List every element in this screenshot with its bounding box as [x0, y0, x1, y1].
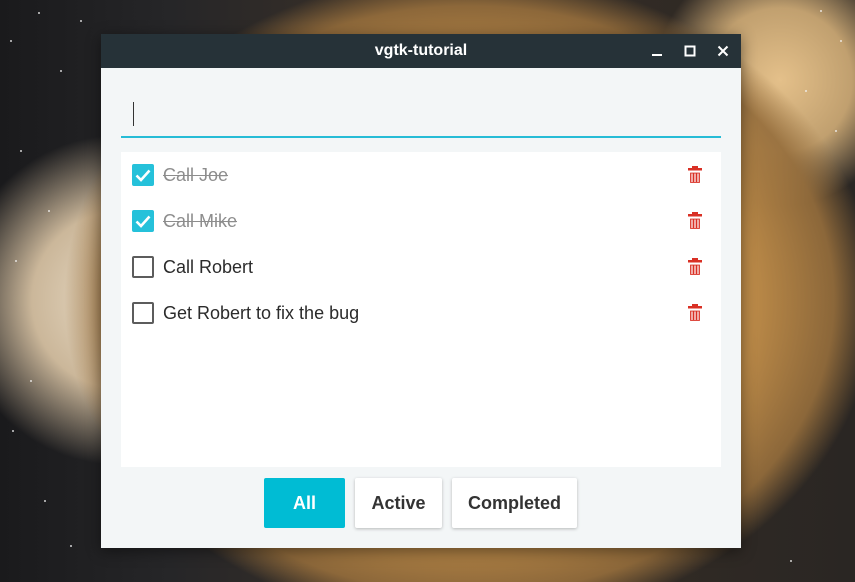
todo-label: Get Robert to fix the bug: [163, 303, 360, 323]
todo-item-call-robert[interactable]: Call Robert: [121, 244, 721, 290]
todo-list: Call Joe Call Mike Call Robert Get Rober…: [121, 152, 721, 467]
close-button[interactable]: [708, 34, 738, 68]
todo-checkbox[interactable]: [132, 256, 154, 278]
todo-checkbox[interactable]: [132, 210, 154, 232]
todo-label: Call Mike: [163, 211, 238, 231]
maximize-icon: [684, 45, 696, 57]
filter-completed-button[interactable]: Completed: [452, 478, 577, 528]
todo-checkbox[interactable]: [132, 164, 154, 186]
check-icon: [135, 215, 151, 228]
todo-item-call-mike[interactable]: Call Mike: [121, 198, 721, 244]
filter-active-button[interactable]: Active: [355, 478, 442, 528]
text-cursor: [133, 102, 134, 126]
todo-label: Call Joe: [163, 165, 229, 185]
todo-item-fix-bug[interactable]: Get Robert to fix the bug: [121, 290, 721, 336]
todo-label: Call Robert: [163, 257, 254, 277]
close-icon: [717, 45, 729, 57]
trash-icon[interactable]: [687, 257, 703, 277]
trash-icon[interactable]: [687, 165, 703, 185]
filter-all-button[interactable]: All: [264, 478, 345, 528]
new-todo-input[interactable]: [121, 94, 721, 138]
trash-icon[interactable]: [687, 211, 703, 231]
todo-item-call-joe[interactable]: Call Joe: [121, 152, 721, 198]
minimize-icon: [652, 54, 662, 56]
title-bar[interactable]: vgtk-tutorial: [101, 34, 741, 68]
maximize-button[interactable]: [675, 34, 705, 68]
filter-bar: All Active Completed: [101, 478, 741, 528]
minimize-button[interactable]: [642, 34, 672, 68]
check-icon: [135, 169, 151, 182]
trash-icon[interactable]: [687, 303, 703, 323]
todo-checkbox[interactable]: [132, 302, 154, 324]
app-window: vgtk-tutorial Call Joe Call Mike Call Ro…: [101, 34, 741, 548]
